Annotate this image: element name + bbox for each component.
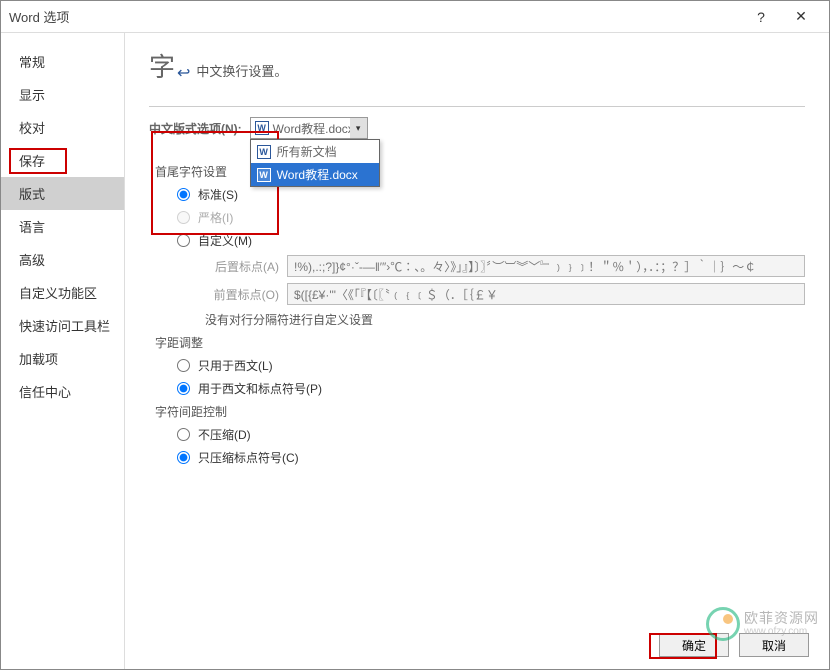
post-punctuation-input[interactable]	[287, 255, 805, 277]
word-doc-icon: W	[257, 168, 271, 182]
dropdown-item-all-new-docs[interactable]: W 所有新文档	[251, 140, 379, 163]
document-dropdown: W 所有新文档 W Word教程.docx	[250, 139, 380, 187]
sidebar-item-addins[interactable]: 加载项	[1, 342, 124, 375]
radio-no-compress[interactable]: 不压缩(D)	[177, 426, 805, 443]
radio-latin-only[interactable]: 只用于西文(L)	[177, 357, 805, 374]
radio-standard[interactable]: 标准(S)	[177, 186, 805, 203]
dropdown-item-current-doc[interactable]: W Word教程.docx	[251, 163, 379, 186]
radio-strict: 严格(I)	[177, 209, 805, 226]
document-select-value: Word教程.docx	[273, 120, 354, 137]
watermark-logo-icon	[706, 607, 740, 641]
post-punctuation-label: 后置标点(A)	[205, 258, 279, 275]
sidebar-item-quick-access[interactable]: 快速访问工具栏	[1, 309, 124, 342]
radio-custom[interactable]: 自定义(M)	[177, 232, 805, 249]
sidebar: 常规 显示 校对 保存 版式 语言 高级 自定义功能区 快速访问工具栏 加载项 …	[1, 33, 125, 669]
pre-punctuation-input[interactable]	[287, 283, 805, 305]
chevron-down-icon[interactable]: ▾	[350, 117, 368, 139]
sidebar-item-language[interactable]: 语言	[1, 210, 124, 243]
radio-latin-and-punct[interactable]: 用于西文和标点符号(P)	[177, 380, 805, 397]
page-subtitle: 中文换行设置。	[196, 61, 287, 80]
kerning-title: 字距调整	[155, 334, 805, 351]
arrow-icon: ↩	[177, 63, 190, 83]
pre-punctuation-label: 前置标点(O)	[205, 286, 279, 303]
sidebar-item-display[interactable]: 显示	[1, 78, 124, 111]
sidebar-item-layout[interactable]: 版式	[1, 177, 124, 210]
close-button[interactable]: ✕	[781, 1, 821, 33]
custom-separators-note: 没有对行分隔符进行自定义设置	[205, 311, 805, 328]
sidebar-item-proofing[interactable]: 校对	[1, 111, 124, 144]
sidebar-item-customize-ribbon[interactable]: 自定义功能区	[1, 276, 124, 309]
char-spacing-title: 字符间距控制	[155, 403, 805, 420]
sidebar-item-general[interactable]: 常规	[1, 45, 124, 78]
header-glyph: 字	[149, 47, 175, 84]
sidebar-item-trust-center[interactable]: 信任中心	[1, 375, 124, 408]
sidebar-item-advanced[interactable]: 高级	[1, 243, 124, 276]
word-doc-icon: W	[257, 145, 271, 159]
dialog-title: Word 选项	[9, 7, 69, 26]
typography-options-label: 中文版式选项(N):	[149, 120, 242, 137]
page-header: 字 ↩ 中文换行设置。	[149, 47, 805, 84]
radio-compress-punct[interactable]: 只压缩标点符号(C)	[177, 449, 805, 466]
watermark: 欧菲资源网 www.ofzy.com	[706, 607, 819, 641]
sidebar-item-save[interactable]: 保存	[1, 144, 124, 177]
help-button[interactable]: ?	[741, 1, 781, 33]
word-doc-icon: W	[255, 121, 269, 135]
